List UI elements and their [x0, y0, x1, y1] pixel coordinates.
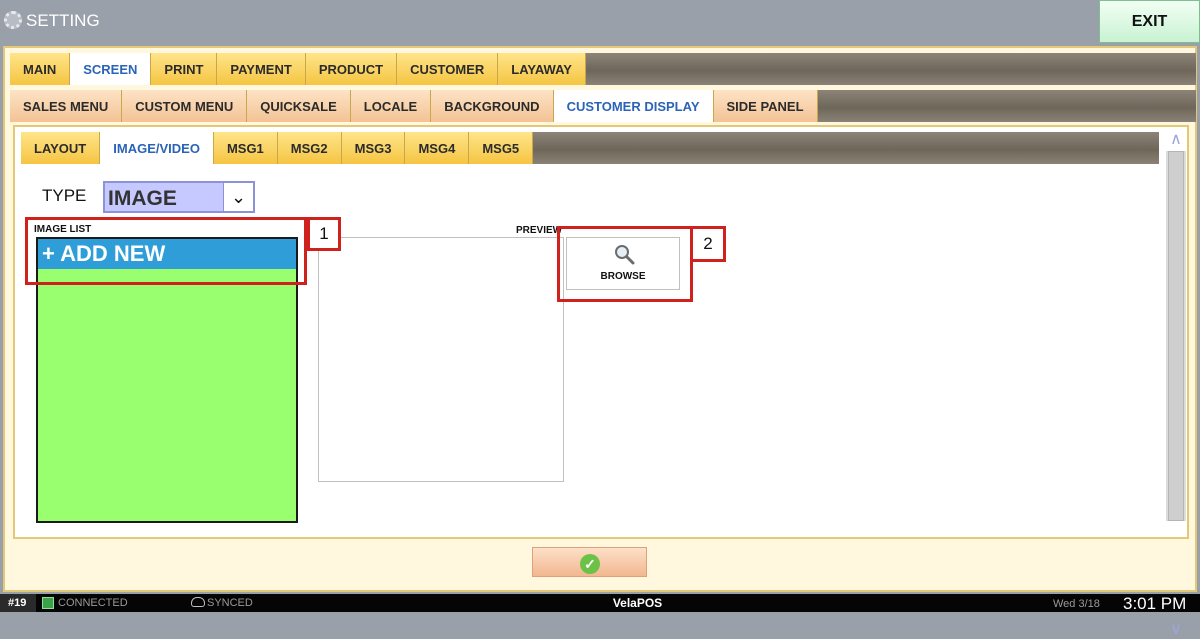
tab-msg4[interactable]: MSG4	[405, 132, 470, 164]
tab-background[interactable]: BACKGROUND	[431, 90, 554, 122]
window-title: SETTING	[26, 11, 100, 30]
chevron-down-icon[interactable]: ⌄	[223, 183, 253, 211]
tab-payment[interactable]: PAYMENT	[217, 53, 306, 85]
tab-customer-display[interactable]: CUSTOMER DISPLAY	[553, 90, 714, 122]
tab-side-panel[interactable]: SIDE PANEL	[713, 90, 818, 122]
scroll-up-icon[interactable]: ∧	[1166, 131, 1186, 149]
title-bar: SETTING EXIT	[0, 0, 1200, 44]
tab-locale[interactable]: LOCALE	[350, 90, 432, 122]
tab-customer[interactable]: CUSTOMER	[397, 53, 499, 85]
preview-label: PREVIEW	[516, 225, 563, 236]
tab-sales-menu[interactable]: SALES MENU	[10, 90, 123, 122]
annotation-box-2	[557, 226, 693, 302]
tab-layout[interactable]: LAYOUT	[21, 132, 101, 164]
status-date: Wed 3/18	[1053, 598, 1100, 610]
display-tab-bar: LAYOUT IMAGE/VIDEO MSG1 MSG2 MSG3 MSG4 M…	[21, 132, 1159, 164]
tab-layaway[interactable]: LAYAWAY	[498, 53, 586, 85]
annotation-marker-2: 2	[690, 226, 726, 262]
vertical-scrollbar[interactable]	[1166, 151, 1186, 521]
tab-msg2[interactable]: MSG2	[277, 132, 342, 164]
tab-print[interactable]: PRINT	[151, 53, 218, 85]
checkmark-icon: ✓	[580, 554, 600, 574]
tab-main[interactable]: MAIN	[10, 53, 71, 85]
scrollbar-thumb[interactable]	[1168, 151, 1184, 521]
tab-product[interactable]: PRODUCT	[305, 53, 398, 85]
tab-msg3[interactable]: MSG3	[341, 132, 406, 164]
tab-custom-menu[interactable]: CUSTOM MENU	[122, 90, 248, 122]
tab-image-video[interactable]: IMAGE/VIDEO	[100, 132, 214, 164]
screen-tab-bar: SALES MENU CUSTOM MENU QUICKSALE LOCALE …	[10, 90, 1196, 122]
customer-display-panel: LAYOUT IMAGE/VIDEO MSG1 MSG2 MSG3 MSG4 M…	[13, 125, 1189, 638]
status-time: 3:01 PM	[1123, 594, 1187, 613]
status-bar: #19 CONNECTED SYNCED VelaPOS Wed 3/18 3:…	[0, 594, 1200, 613]
exit-button[interactable]: EXIT	[1099, 0, 1200, 43]
tab-screen[interactable]: SCREEN	[70, 53, 152, 85]
tab-quicksale[interactable]: QUICKSALE	[247, 90, 351, 122]
type-label: TYPE	[42, 186, 87, 205]
gear-icon	[4, 11, 22, 29]
type-select[interactable]: IMAGE ⌄	[103, 181, 255, 213]
annotation-box-1	[25, 217, 307, 285]
annotation-marker-1: 1	[307, 217, 341, 251]
preview-area	[318, 237, 564, 482]
type-selected-value: IMAGE	[108, 187, 177, 210]
main-tab-bar: MAIN SCREEN PRINT PAYMENT PRODUCT CUSTOM…	[10, 53, 1196, 85]
settings-panel: MAIN SCREEN PRINT PAYMENT PRODUCT CUSTOM…	[3, 46, 1197, 638]
confirm-button[interactable]: ✓	[532, 547, 647, 577]
scroll-down-icon[interactable]: ∨	[1166, 621, 1186, 639]
tab-msg1[interactable]: MSG1	[213, 132, 278, 164]
brand-label: VelaPOS	[612, 596, 663, 610]
tab-msg5[interactable]: MSG5	[469, 132, 534, 164]
